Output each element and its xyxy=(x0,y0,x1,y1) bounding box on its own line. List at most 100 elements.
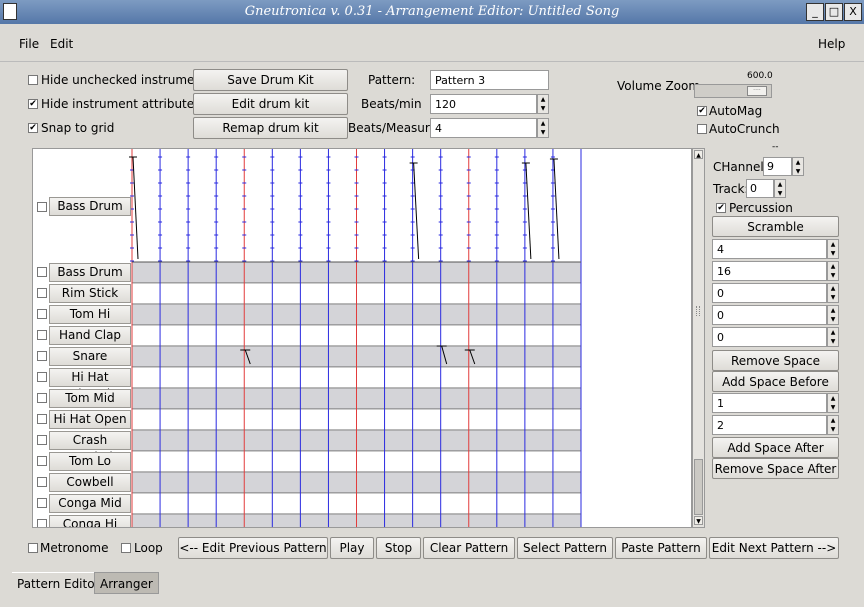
spacing-value-input[interactable]: 0 xyxy=(712,283,827,303)
spacing-value-input[interactable]: 0 xyxy=(712,305,827,325)
close-button[interactable]: X xyxy=(844,3,862,21)
spin-down-icon[interactable]: ▼ xyxy=(775,189,785,198)
select-pattern-button[interactable]: Select Pattern xyxy=(517,537,613,559)
spin-down-icon[interactable]: ▼ xyxy=(828,293,838,302)
menu-file[interactable]: File xyxy=(19,37,39,51)
spin-down-icon[interactable]: ▼ xyxy=(828,337,838,346)
add-space-after-button[interactable]: Add Space After xyxy=(712,437,839,458)
instrument-checkbox[interactable] xyxy=(37,309,47,319)
spacing-value-spinner[interactable]: ▲ ▼ xyxy=(827,261,839,281)
spin-up-icon[interactable]: ▲ xyxy=(828,328,838,337)
instrument-checkbox[interactable] xyxy=(37,477,47,487)
grid-canvas[interactable] xyxy=(33,149,692,528)
track-input[interactable]: 0 xyxy=(746,179,774,198)
spin-up-icon[interactable]: ▲ xyxy=(828,416,838,425)
instrument-button[interactable]: Hi Hat Open xyxy=(49,410,131,429)
maximize-button[interactable]: □ xyxy=(825,3,843,21)
instrument-button[interactable]: Hand Clap xyxy=(49,326,131,345)
grid-scrollbar[interactable]: ▲ ▼ xyxy=(692,148,705,528)
volume-lane-instrument-button[interactable]: Bass Drum xyxy=(49,197,131,216)
tab-pattern-editor[interactable]: Pattern Editor xyxy=(12,572,105,594)
spacing-value-spinner[interactable]: ▲ ▼ xyxy=(827,327,839,347)
scroll-down-icon[interactable]: ▼ xyxy=(694,516,703,525)
instrument-checkbox[interactable] xyxy=(37,498,47,508)
instrument-button[interactable]: Bass Drum xyxy=(49,263,131,282)
channel-spinner[interactable]: ▲ ▼ xyxy=(792,157,804,176)
minimize-button[interactable]: _ xyxy=(806,3,824,21)
save-drum-kit-button[interactable]: Save Drum Kit xyxy=(193,69,348,91)
spin-up-icon[interactable]: ▲ xyxy=(828,262,838,271)
scroll-up-icon[interactable]: ▲ xyxy=(694,150,703,159)
menu-help[interactable]: Help xyxy=(818,37,845,51)
space-count-input[interactable]: 1 xyxy=(712,393,827,413)
track-spinner[interactable]: ▲ ▼ xyxy=(774,179,786,198)
instrument-checkbox[interactable] xyxy=(37,267,47,277)
instrument-button[interactable]: Crash Cymbal xyxy=(49,431,131,464)
remove-space-before-button[interactable]: Remove Space Before xyxy=(712,350,839,388)
spin-up-icon[interactable]: ▲ xyxy=(793,158,803,167)
space-count-spinner[interactable]: ▲ ▼ xyxy=(827,415,839,435)
paste-pattern-button[interactable]: Paste Pattern xyxy=(615,537,707,559)
spin-up-icon[interactable]: ▲ xyxy=(828,240,838,249)
pattern-grid[interactable]: Bass Drum Bass Drum Rim Stick Tom Hi Hand C… xyxy=(32,148,692,528)
spin-down-icon[interactable]: ▼ xyxy=(538,104,548,113)
instrument-checkbox[interactable] xyxy=(37,435,47,445)
instrument-checkbox[interactable] xyxy=(37,351,47,361)
space-count-input[interactable]: 2 xyxy=(712,415,827,435)
tab-arranger[interactable]: Arranger xyxy=(94,572,159,594)
percussion-checkbox[interactable]: ✔ xyxy=(716,203,726,213)
menu-edit[interactable]: Edit xyxy=(50,37,73,51)
spin-up-icon[interactable]: ▲ xyxy=(828,284,838,293)
spin-up-icon[interactable]: ▲ xyxy=(538,95,548,104)
instrument-checkbox[interactable] xyxy=(37,414,47,424)
spacing-value-spinner[interactable]: ▲ ▼ xyxy=(827,239,839,259)
instrument-checkbox[interactable] xyxy=(37,372,47,382)
instrument-checkbox[interactable] xyxy=(37,519,47,527)
autocrunch-checkbox[interactable] xyxy=(697,124,707,134)
snap-checkbox[interactable]: ✔ xyxy=(28,123,38,133)
spin-down-icon[interactable]: ▼ xyxy=(828,403,838,412)
add-space-before-button[interactable]: Add Space Before xyxy=(712,371,839,392)
bpm-input[interactable]: 120 xyxy=(430,94,537,114)
remove-space-after-button[interactable]: Remove Space After xyxy=(712,458,839,479)
play-button[interactable]: Play xyxy=(330,537,374,559)
clear-pattern-button[interactable]: Clear Pattern xyxy=(423,537,515,559)
spin-down-icon[interactable]: ▼ xyxy=(828,271,838,280)
spacing-value-spinner[interactable]: ▲ ▼ xyxy=(827,283,839,303)
beats-per-measure-spinner[interactable]: ▲ ▼ xyxy=(537,118,549,138)
spin-down-icon[interactable]: ▼ xyxy=(828,315,838,324)
beats-per-measure-input[interactable]: 4 xyxy=(430,118,537,138)
scroll-thumb[interactable] xyxy=(694,459,703,515)
volume-zoom-slider[interactable]: ···· xyxy=(694,84,772,98)
instrument-checkbox[interactable] xyxy=(37,456,47,466)
volume-lane-checkbox[interactable] xyxy=(37,202,47,212)
instrument-button[interactable]: Tom Lo xyxy=(49,452,131,471)
edit-drum-kit-button[interactable]: Edit drum kit xyxy=(193,93,348,115)
spin-up-icon[interactable]: ▲ xyxy=(828,306,838,315)
instrument-checkbox[interactable] xyxy=(37,288,47,298)
instrument-button[interactable]: Snare xyxy=(49,347,131,366)
remap-drum-kit-button[interactable]: Remap drum kit xyxy=(193,117,348,139)
edit-next-pattern-button[interactable]: Edit Next Pattern --> xyxy=(709,537,839,559)
spin-down-icon[interactable]: ▼ xyxy=(793,167,803,176)
spin-up-icon[interactable]: ▲ xyxy=(828,394,838,403)
slider-handle[interactable]: ···· xyxy=(747,86,767,96)
instrument-button[interactable]: Tom Mid xyxy=(49,389,131,408)
instrument-button[interactable]: Hi Hat Closed xyxy=(49,368,131,401)
spacing-value-input[interactable]: 0 xyxy=(712,327,827,347)
hide-attributes-checkbox[interactable]: ✔ xyxy=(28,99,38,109)
instrument-button[interactable]: Conga Hi xyxy=(49,515,131,527)
instrument-checkbox[interactable] xyxy=(37,330,47,340)
edit-previous-pattern-button[interactable]: <-- Edit Previous Pattern xyxy=(178,537,328,559)
metronome-checkbox[interactable] xyxy=(28,543,38,553)
space-count-spinner[interactable]: ▲ ▼ xyxy=(827,393,839,413)
instrument-button[interactable]: Rim Stick xyxy=(49,284,131,303)
instrument-checkbox[interactable] xyxy=(37,393,47,403)
pane-splitter[interactable] xyxy=(696,306,700,316)
scramble-button[interactable]: Scramble xyxy=(712,216,839,237)
spin-down-icon[interactable]: ▼ xyxy=(828,425,838,434)
spacing-value-input[interactable]: 4 xyxy=(712,239,827,259)
bpm-spinner[interactable]: ▲ ▼ xyxy=(537,94,549,114)
spin-down-icon[interactable]: ▼ xyxy=(828,249,838,258)
spin-up-icon[interactable]: ▲ xyxy=(538,119,548,128)
